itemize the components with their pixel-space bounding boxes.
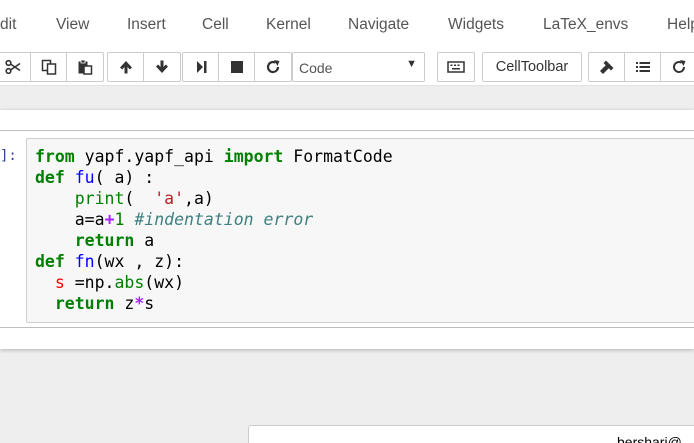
copy-button[interactable]	[31, 53, 67, 81]
list-button[interactable]	[625, 53, 661, 81]
tok-print-close: ,a)	[184, 189, 214, 208]
tok-ret-a: a	[134, 231, 155, 250]
tok-import: import	[223, 147, 284, 166]
cut-button[interactable]	[0, 53, 31, 81]
popup-text: bershari@	[617, 434, 682, 443]
tok-one: 1	[114, 210, 125, 229]
tok-abs-args: (wx)	[144, 273, 185, 292]
menu-view[interactable]: View	[56, 16, 89, 34]
move-up-icon	[119, 61, 132, 74]
extension-button-group	[588, 52, 694, 82]
code-line-7: s =np.abs(wx)	[35, 273, 184, 292]
hammer-icon	[599, 60, 613, 74]
list-icon	[635, 62, 650, 72]
tok-s: s	[54, 273, 65, 292]
menu-edit[interactable]: dit	[0, 16, 16, 34]
command-palette-button[interactable]	[438, 53, 474, 81]
cell-type-value: Code	[299, 60, 333, 76]
code-line-1: from yapf.yapf_api import FormatCode	[35, 147, 393, 166]
code-line-3: print( 'a',a)	[35, 189, 214, 208]
restart-button[interactable]	[255, 53, 291, 81]
cell-type-select[interactable]: Code ▼	[292, 52, 425, 82]
caret-down-icon: ▼	[406, 58, 417, 70]
menu-latex-envs[interactable]: LaTeX_envs	[543, 16, 628, 34]
tok-comment: #indentation error	[134, 210, 314, 229]
paste-icon	[78, 59, 93, 75]
toolbar-notebook-gap	[0, 87, 694, 110]
menu-widgets[interactable]: Widgets	[448, 16, 504, 34]
tok-plus: +	[104, 210, 115, 229]
cut-icon	[4, 59, 20, 75]
code-line-2: def fu( a) :	[35, 168, 154, 187]
tok-abs: abs	[114, 273, 145, 292]
code-line-5: return a	[35, 231, 154, 250]
refresh-icon	[673, 60, 686, 73]
menu-kernel[interactable]: Kernel	[266, 16, 311, 34]
code-line-8: return z*s	[35, 294, 154, 313]
tok-print: print	[74, 189, 125, 208]
move-down-icon	[156, 60, 168, 73]
tok-return-2: return	[54, 294, 115, 313]
move-button-group	[107, 52, 181, 82]
tok-fn: fn	[74, 252, 95, 271]
keyboard-icon	[447, 61, 465, 73]
tok-np: =np.	[64, 273, 115, 292]
keyboard-button-group	[437, 52, 475, 82]
tok-s2: s	[144, 294, 155, 313]
notification-popup[interactable]: bershari@	[248, 425, 694, 443]
tok-fu: fu	[74, 168, 95, 187]
tok-fn-args: (wx , z):	[94, 252, 185, 271]
tok-return: return	[74, 231, 135, 250]
code-text: from yapf.yapf_api import FormatCode def…	[35, 146, 393, 314]
toolbar: Code ▼ CellToolbar	[0, 50, 694, 86]
tok-str: 'a'	[154, 189, 185, 208]
run-button[interactable]	[183, 53, 219, 81]
move-down-button[interactable]	[144, 53, 180, 81]
tok-star: *	[134, 294, 145, 313]
menu-navigate[interactable]: Navigate	[348, 16, 409, 34]
tok-print-open: (	[124, 189, 155, 208]
menu-cell[interactable]: Cell	[202, 16, 229, 34]
tok-z: z	[114, 294, 135, 313]
notebook-container: ]: from yapf.yapf_api import FormatCode …	[0, 110, 694, 349]
menu-insert[interactable]: Insert	[127, 16, 166, 34]
code-line-6: def fn(wx , z):	[35, 252, 184, 271]
code-line-4: a=a+1 #indentation error	[35, 210, 313, 229]
stop-icon	[230, 61, 243, 73]
copy-icon	[41, 59, 56, 75]
hammer-button[interactable]	[589, 53, 625, 81]
run-icon	[196, 61, 206, 73]
refresh-button[interactable]	[661, 53, 694, 81]
move-up-button[interactable]	[108, 53, 144, 81]
menu-help[interactable]: Help	[667, 16, 694, 34]
tok-def: def	[35, 168, 65, 187]
menu-bar: dit View Insert Cell Kernel Navigate Wid…	[0, 0, 694, 50]
tok-fu-args: ( a) :	[94, 168, 155, 187]
tok-from: from	[35, 147, 75, 166]
tok-module: yapf.yapf_api	[74, 147, 224, 166]
input-prompt: ]:	[0, 148, 17, 164]
run-button-group	[182, 52, 292, 82]
stop-button[interactable]	[219, 53, 255, 81]
restart-icon	[266, 60, 280, 74]
code-editor[interactable]: from yapf.yapf_api import FormatCode def…	[26, 138, 694, 323]
edit-button-group	[0, 52, 104, 82]
tok-assign: a=a	[74, 210, 105, 229]
celltoolbar-button[interactable]: CellToolbar	[482, 52, 582, 82]
paste-button[interactable]	[67, 53, 103, 81]
tok-def-2: def	[35, 252, 65, 271]
tok-name: FormatCode	[283, 147, 393, 166]
